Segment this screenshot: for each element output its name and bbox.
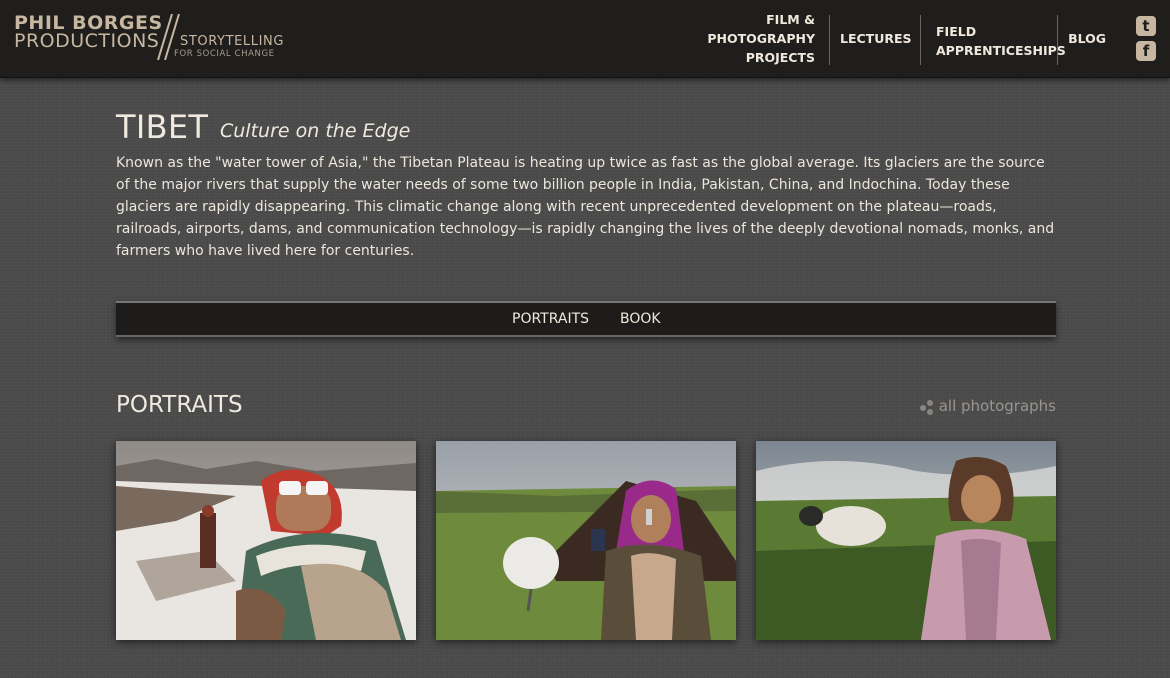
nav-divider (1057, 15, 1058, 65)
portrait-photo[interactable] (116, 441, 416, 640)
subnav-portraits[interactable]: PORTRAITS (512, 311, 589, 327)
nav-label-line: PROJECTS (745, 50, 815, 65)
nav-label-line: FIELD (936, 24, 977, 39)
page-subtitle: Culture on the Edge (220, 120, 411, 142)
site-header: PHIL BORGES PRODUCTIONS STORYTELLING FOR… (0, 0, 1170, 78)
all-photographs-label: all photographs (938, 397, 1056, 415)
nav-divider (920, 15, 921, 65)
intro-paragraph: Known as the "water tower of Asia," the … (116, 155, 1055, 259)
portrait-image-snow-woman (116, 441, 416, 640)
portrait-image-phone-woman (436, 441, 736, 640)
twitter-icon[interactable]: t (1136, 16, 1156, 36)
site-logo[interactable]: PHIL BORGES PRODUCTIONS STORYTELLING FOR… (14, 12, 294, 62)
facebook-icon[interactable]: f (1136, 41, 1156, 61)
nav-lectures[interactable]: LECTURES (840, 29, 912, 48)
logo-productions: PRODUCTIONS (14, 30, 160, 52)
nav-label-line: APPRENTICESHIPS (936, 43, 1066, 58)
nav-label-line: PHOTOGRAPHY (707, 31, 815, 46)
nav-blog[interactable]: BLOG (1066, 29, 1106, 48)
section-title-portraits: PORTRAITS (116, 392, 243, 418)
all-photographs-link[interactable]: all photographs (919, 397, 1056, 415)
nav-label-line: BLOG (1068, 31, 1106, 46)
nav-film-photography-projects[interactable]: FILM & PHOTOGRAPHY PROJECTS (680, 10, 815, 67)
nav-label-line: FILM & (766, 12, 815, 27)
logo-tagline-social-change: FOR SOCIAL CHANGE (174, 49, 275, 59)
nav-field-apprenticeships[interactable]: FIELD APPRENTICESHIPS (936, 22, 1066, 60)
section-subnav: PORTRAITS BOOK (116, 301, 1056, 337)
subnav-book[interactable]: BOOK (620, 311, 661, 327)
portrait-photo[interactable] (436, 441, 736, 640)
portrait-photo[interactable] (756, 441, 1056, 640)
portrait-image-girl-sheep (756, 441, 1056, 640)
nav-divider (829, 15, 830, 65)
dots-icon (919, 400, 933, 415)
nav-label-line: LECTURES (840, 31, 912, 46)
logo-tagline-storytelling: STORYTELLING (180, 34, 285, 49)
page-title: TIBET (116, 108, 209, 146)
